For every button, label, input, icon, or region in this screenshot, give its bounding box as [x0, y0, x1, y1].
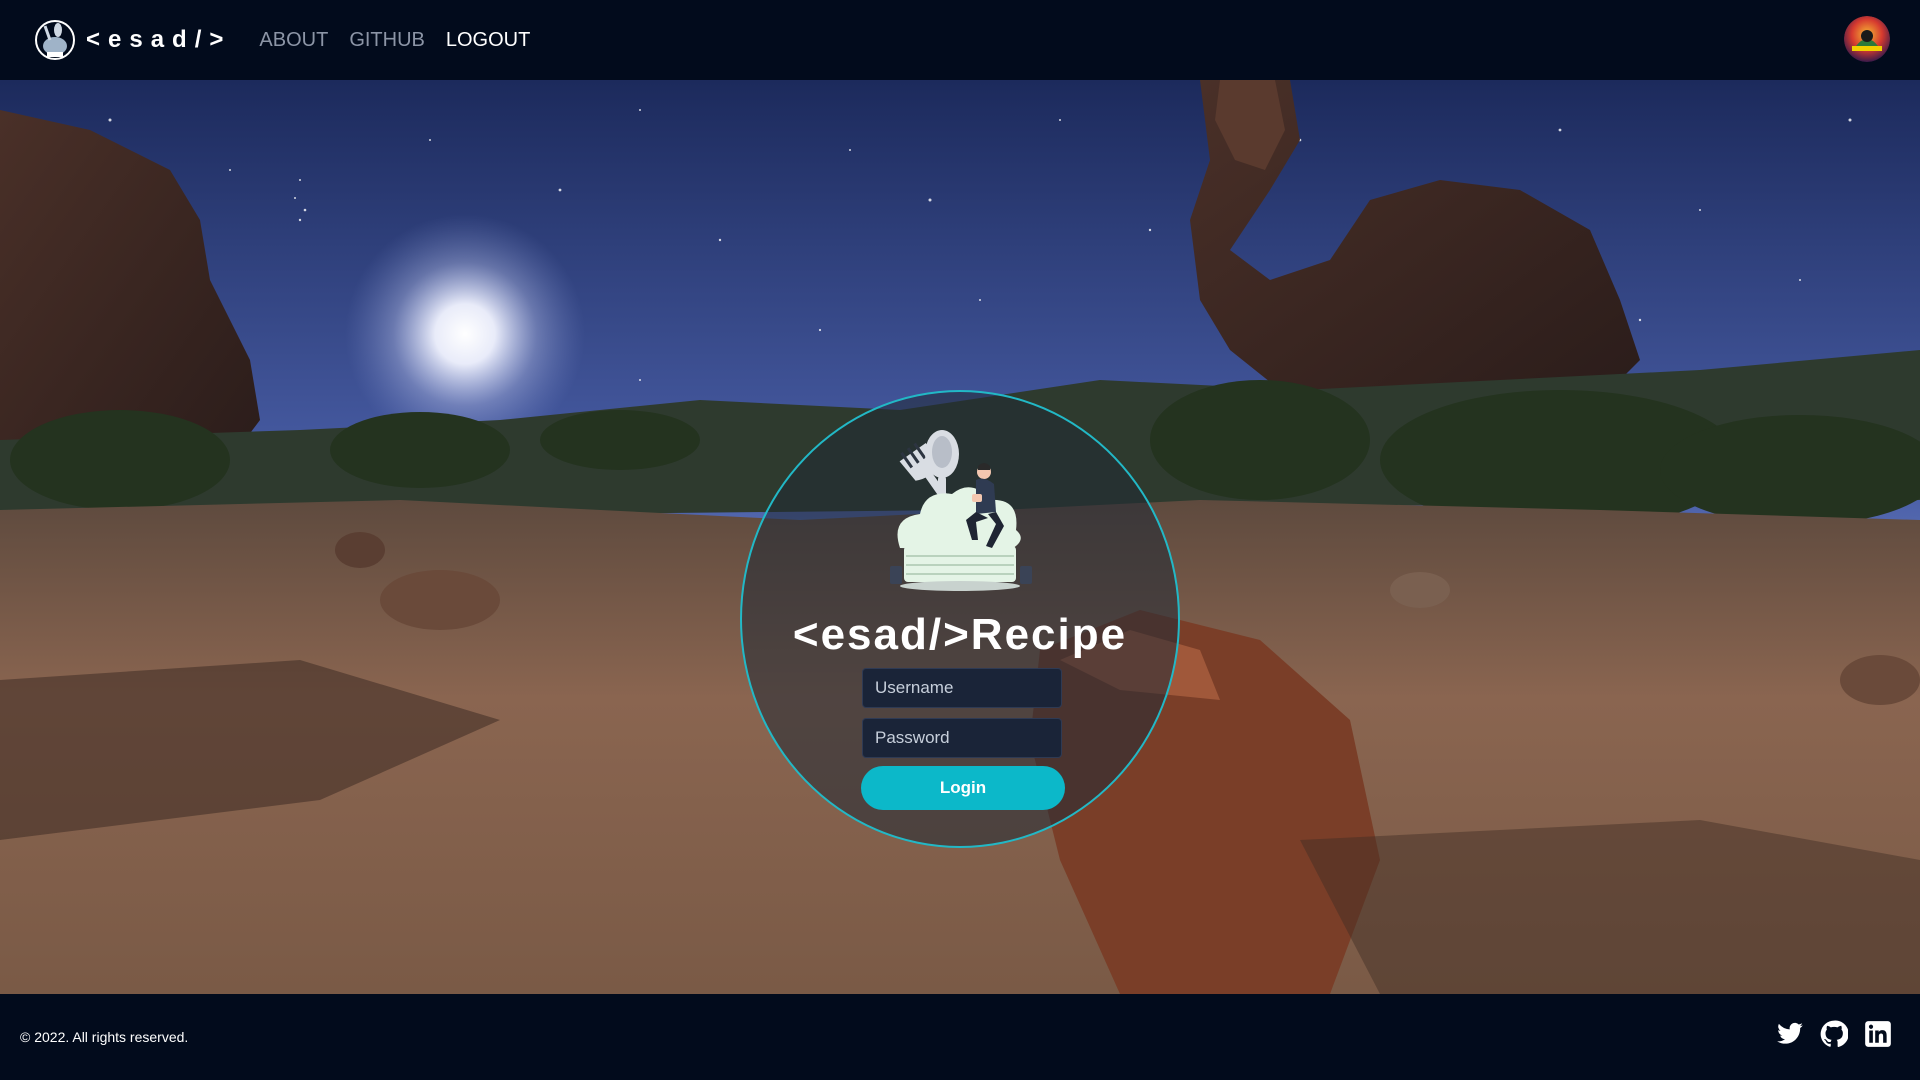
password-input[interactable] [862, 718, 1062, 758]
nav-about-link[interactable]: ABOUT [259, 29, 328, 52]
user-avatar[interactable] [1844, 16, 1890, 62]
brand-link[interactable]: <esad/> [34, 16, 231, 64]
github-link[interactable] [1820, 1020, 1849, 1048]
login-button[interactable]: Login [861, 766, 1065, 810]
main-nav: ABOUT GITHUB LOGOUT [259, 29, 551, 52]
twitter-link[interactable] [1776, 1020, 1804, 1048]
username-input[interactable] [862, 668, 1062, 708]
chef-hat-illustration [890, 430, 1032, 591]
page-footer: © 2022. All rights reserved. [0, 994, 1920, 1080]
github-icon [1820, 1020, 1849, 1047]
brand-text: <esad/> [86, 26, 232, 53]
linkedin-icon [1865, 1021, 1891, 1047]
linkedin-link[interactable] [1864, 1020, 1892, 1048]
nav-github-link[interactable]: GITHUB [349, 29, 425, 52]
twitter-icon [1777, 1022, 1803, 1044]
login-form: <esad/>Recipe Login [740, 390, 1180, 848]
chef-logo-icon [35, 20, 75, 60]
copyright-text: © 2022. All rights reserved. [20, 1029, 189, 1045]
app-title: <esad/>Recipe [792, 610, 1128, 659]
avatar-image [1844, 16, 1890, 62]
top-navbar: <esad/> ABOUT GITHUB LOGOUT [0, 0, 1920, 80]
social-links [1760, 1020, 1892, 1048]
nav-logout-link[interactable]: LOGOUT [446, 29, 530, 52]
hero-section: <esad/>Recipe Login [0, 80, 1920, 994]
